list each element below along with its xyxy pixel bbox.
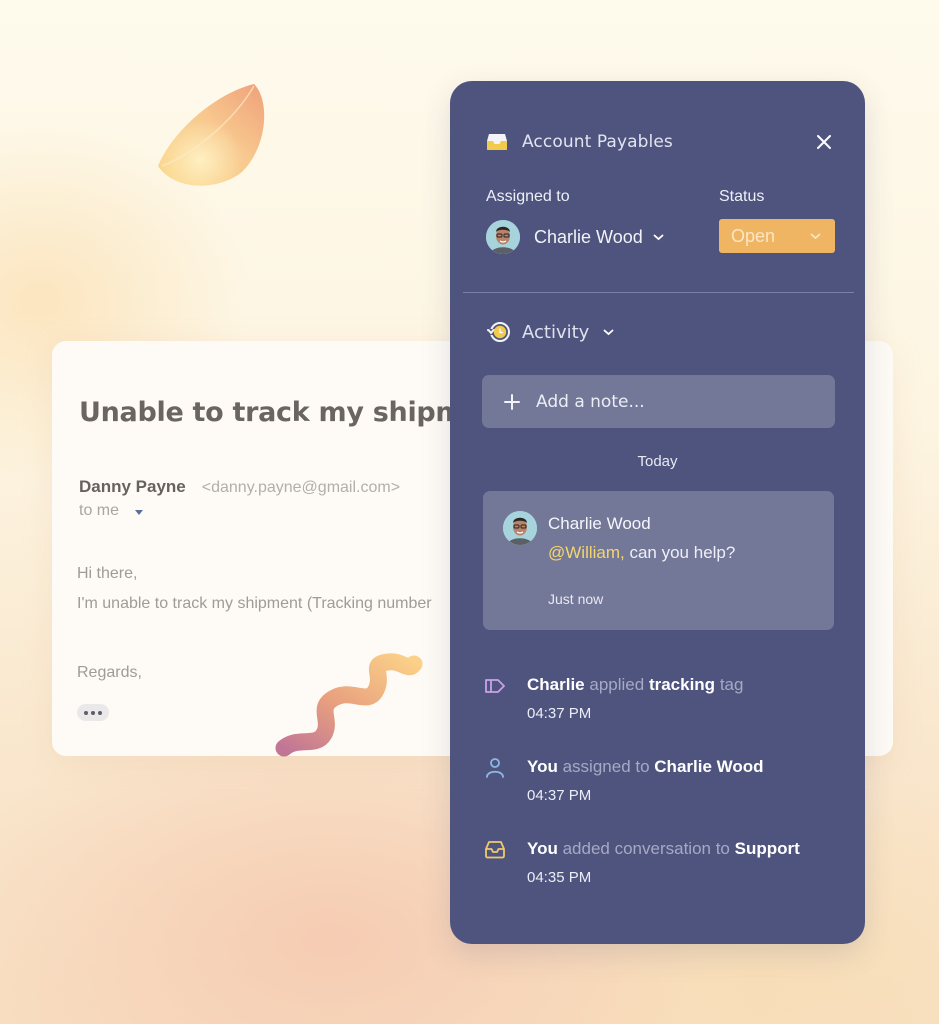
activity-label: Activity xyxy=(522,321,590,343)
decorative-shell-shape xyxy=(158,84,265,186)
plus-icon xyxy=(504,393,520,410)
chevron-down-icon xyxy=(810,233,821,240)
comment-card: Charlie Wood @William, can you help? Jus… xyxy=(483,491,834,630)
email-sender: Danny Payne <danny.payne@gmail.com> xyxy=(79,477,400,497)
event-object: tracking xyxy=(648,675,716,694)
decorative-squiggle-shape xyxy=(275,653,423,757)
recipients-toggle[interactable]: to me xyxy=(79,502,144,520)
event-verb: assigned to xyxy=(562,757,650,776)
comment-timestamp: Just now xyxy=(548,591,604,607)
date-separator: Today xyxy=(637,453,678,470)
inbox-icon xyxy=(485,841,505,859)
event-actor: You xyxy=(527,757,558,776)
comment-text: @William, can you help? xyxy=(548,543,735,563)
event-actor: You xyxy=(527,839,558,858)
mention-link[interactable]: @William, xyxy=(548,543,625,562)
event-description: You added conversation to Support xyxy=(527,839,800,859)
inbox-title: Account Payables xyxy=(522,132,673,152)
ellipsis-icon xyxy=(84,710,88,715)
ellipsis-dot xyxy=(91,710,95,715)
status-value: Open xyxy=(731,225,776,246)
event-timestamp: 04:35 PM xyxy=(527,869,592,886)
conversation-details-panel: Account Payables Assigned to Status Char… xyxy=(450,81,865,944)
comment-author: Charlie Wood xyxy=(548,514,651,533)
add-note-input[interactable]: Add a note... xyxy=(482,375,835,428)
assignee-name: Charlie Wood xyxy=(534,226,643,247)
show-trimmed-content-button[interactable] xyxy=(77,704,109,721)
event-actor: Charlie xyxy=(527,675,585,694)
status-dropdown[interactable]: Open xyxy=(719,219,835,253)
avatar xyxy=(486,220,520,254)
event-timestamp: 04:37 PM xyxy=(527,705,592,722)
event-description: Charlie applied tracking tag xyxy=(527,675,743,695)
assignee-dropdown[interactable]: Charlie Wood xyxy=(486,220,664,254)
email-body-line: I'm unable to track my shipment (Trackin… xyxy=(77,595,432,612)
close-icon xyxy=(817,135,831,149)
event-timestamp: 04:37 PM xyxy=(527,787,592,804)
chevron-down-icon xyxy=(603,329,614,336)
caret-down-icon xyxy=(135,509,144,515)
status-label: Status xyxy=(719,188,765,205)
email-signoff: Regards, xyxy=(77,664,142,681)
assigned-to-label: Assigned to xyxy=(486,188,570,205)
event-verb: applied xyxy=(589,675,645,694)
chevron-down-icon xyxy=(653,234,664,241)
email-body: Hi there, I'm unable to track my shipmen… xyxy=(77,565,432,625)
event-verb: added conversation to xyxy=(562,839,730,858)
event-object: Charlie Wood xyxy=(654,757,764,776)
user-icon xyxy=(486,758,504,778)
panel-header: Account Payables xyxy=(486,131,835,153)
email-greeting: Hi there, xyxy=(77,565,138,582)
activity-section-toggle[interactable]: Activity xyxy=(486,319,614,345)
ellipsis-dot xyxy=(98,710,102,715)
sender-email: <danny.payne@gmail.com> xyxy=(201,479,401,496)
tag-icon xyxy=(485,679,505,693)
sender-name: Danny Payne xyxy=(79,477,186,496)
event-object: Support xyxy=(734,839,800,858)
activity-history-icon xyxy=(487,322,510,342)
close-button[interactable] xyxy=(813,131,835,153)
divider xyxy=(463,292,854,293)
event-suffix: tag xyxy=(719,675,744,694)
inbox-icon xyxy=(487,134,507,150)
event-description: You assigned to Charlie Wood xyxy=(527,757,764,777)
add-note-placeholder: Add a note... xyxy=(536,391,645,412)
recipients-label: to me xyxy=(79,502,120,519)
avatar xyxy=(503,511,537,545)
comment-body: can you help? xyxy=(624,543,736,562)
email-subject: Unable to track my shipment xyxy=(79,397,513,428)
